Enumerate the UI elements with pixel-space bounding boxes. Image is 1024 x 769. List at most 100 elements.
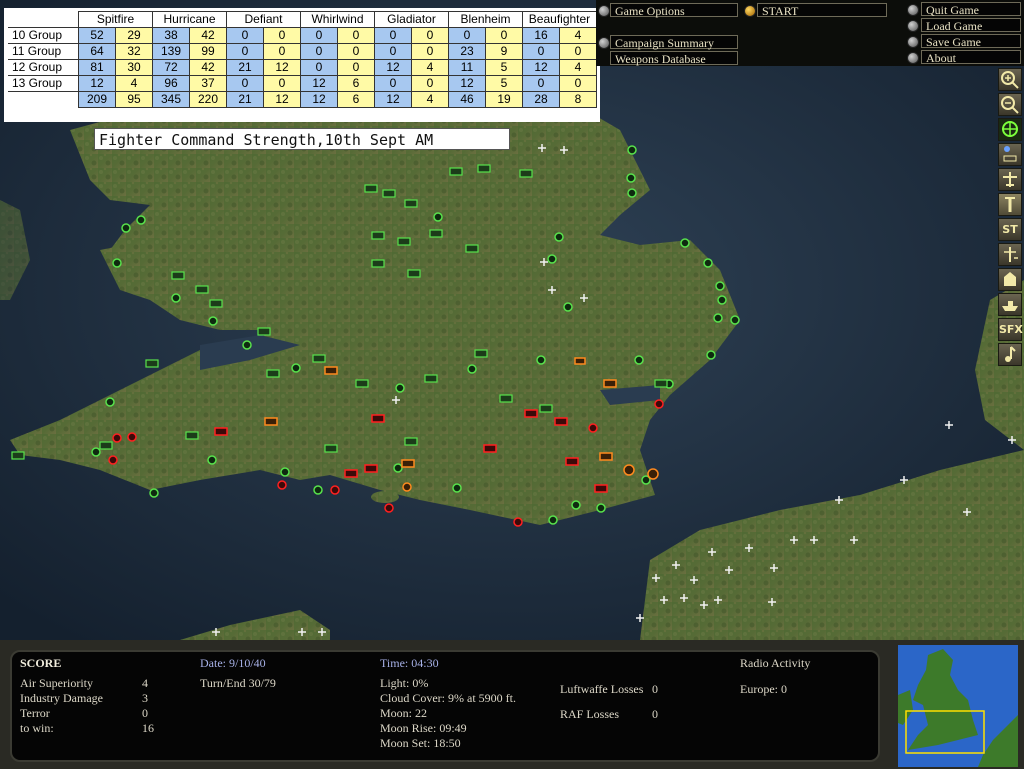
squadron-marker [404, 437, 418, 446]
airfield-marker[interactable] [554, 232, 564, 242]
minimap[interactable] [898, 645, 1018, 767]
radar-icon[interactable] [998, 243, 1022, 266]
airfield-marker[interactable] [313, 485, 323, 495]
strength-cell: 52 [78, 26, 116, 44]
factory-icon[interactable] [998, 268, 1022, 291]
airfield-marker[interactable] [717, 295, 727, 305]
airfield-marker[interactable] [715, 281, 725, 291]
airfield-marker[interactable] [91, 447, 101, 457]
zoom-in-icon[interactable] [998, 68, 1022, 91]
campaign-summary-knob[interactable] [598, 37, 610, 49]
airfield-marker[interactable] [207, 455, 217, 465]
start-knob[interactable] [744, 5, 756, 17]
airfield-marker[interactable] [596, 503, 606, 513]
europe-radio-readout: Europe: 0 [740, 682, 787, 696]
airfield-marker[interactable] [395, 383, 405, 393]
airfield-marker[interactable] [730, 315, 740, 325]
zoom-out-icon[interactable] [998, 93, 1022, 116]
airfield-marker[interactable] [627, 188, 637, 198]
airfield-marker[interactable] [242, 340, 252, 350]
strength-cell: 0 [374, 74, 412, 92]
airfield-marker[interactable] [112, 258, 122, 268]
airfield-marker[interactable] [452, 483, 462, 493]
strength-cell: 46 [448, 90, 486, 108]
airfield-marker[interactable] [136, 215, 146, 225]
airfield-marker[interactable] [467, 364, 477, 374]
destroyed-airfield [277, 480, 287, 490]
save-game-button[interactable]: Save Game [921, 34, 1021, 49]
airfield-marker[interactable] [433, 212, 443, 222]
airfield-marker[interactable] [547, 254, 557, 264]
about-button[interactable]: About [921, 50, 1021, 65]
airfield-marker[interactable] [713, 313, 723, 323]
airfield-marker[interactable] [393, 463, 403, 473]
strength-cell: 37 [189, 74, 227, 92]
airfield-marker[interactable] [680, 238, 690, 248]
squadron-filter-icon[interactable] [998, 143, 1022, 166]
airfield-marker[interactable] [571, 500, 581, 510]
airfield-marker[interactable] [105, 397, 115, 407]
strength-cell: 0 [263, 42, 301, 60]
squadron-marker [477, 164, 491, 173]
squadron-marker [99, 441, 113, 450]
strength-cell: 0 [485, 26, 523, 44]
damaged-squadron [574, 357, 586, 365]
sfx-button[interactable]: SFX [998, 318, 1023, 341]
st-button[interactable]: ST [998, 218, 1022, 241]
airfield-marker[interactable] [536, 355, 546, 365]
airfield-marker[interactable] [634, 355, 644, 365]
airfield-marker[interactable] [706, 350, 716, 360]
aircraft-filter-icon[interactable] [998, 168, 1022, 191]
load-game-button[interactable]: Load Game [921, 18, 1021, 33]
time-readout: Time: 04:30 [380, 656, 439, 670]
airfield-marker[interactable] [703, 258, 713, 268]
airfield-marker[interactable] [291, 363, 301, 373]
game-options-knob[interactable] [598, 5, 610, 17]
airfield-marker[interactable] [208, 316, 218, 326]
airfield-marker[interactable] [563, 302, 573, 312]
strength-cell: 28 [522, 90, 560, 108]
quit-game-button[interactable]: Quit Game [921, 2, 1021, 17]
airfield-marker[interactable] [171, 293, 181, 303]
tower-icon[interactable] [998, 193, 1022, 216]
squadron-marker [209, 299, 223, 308]
airfield-marker[interactable] [627, 145, 637, 155]
strength-cell: 0 [300, 42, 338, 60]
terror-value: 0 [142, 706, 148, 720]
game-options-button[interactable]: Game Options [610, 3, 738, 18]
squadron-marker [465, 244, 479, 253]
airfield-marker[interactable] [121, 223, 131, 233]
crosshair-icon[interactable] [998, 118, 1022, 141]
load-game-knob[interactable] [907, 20, 919, 32]
destroyed-airfield [588, 423, 598, 433]
save-game-knob[interactable] [907, 36, 919, 48]
airfield-marker[interactable] [149, 488, 159, 498]
cloud-cover-readout: Cloud Cover: 9% at 5900 ft. [380, 691, 516, 705]
to-win-value: 16 [142, 721, 154, 735]
moon-readout: Moon: 22 [380, 706, 428, 720]
group-row: 11 Group 64 32 139 99 0 0 0 0 0 0 23 9 0 0 [8, 42, 597, 60]
strength-cell: 0 [559, 42, 597, 60]
strength-cell: 0 [263, 26, 301, 44]
ship-icon[interactable] [998, 293, 1022, 316]
destroyed-airfield [513, 517, 523, 527]
weapons-database-button[interactable]: Weapons Database [610, 51, 738, 66]
isle-of-wight [371, 491, 399, 503]
airfield-marker[interactable] [280, 467, 290, 477]
campaign-summary-button[interactable]: Campaign Summary [610, 35, 738, 50]
strength-cell: 0 [522, 74, 560, 92]
airfield-marker[interactable] [548, 515, 558, 525]
strength-cell: 5 [485, 58, 523, 76]
strength-cell: 21 [226, 90, 264, 108]
about-knob[interactable] [907, 52, 919, 64]
music-icon[interactable] [998, 343, 1022, 366]
strength-cell: 42 [189, 58, 227, 76]
strength-cell: 96 [152, 74, 190, 92]
start-button[interactable]: START [757, 3, 887, 18]
strength-cell: 19 [485, 90, 523, 108]
quit-game-knob[interactable] [907, 4, 919, 16]
squadron-marker [397, 237, 411, 246]
strength-cell: 21 [226, 58, 264, 76]
damaged-airfield [402, 482, 412, 492]
airfield-marker[interactable] [626, 173, 636, 183]
